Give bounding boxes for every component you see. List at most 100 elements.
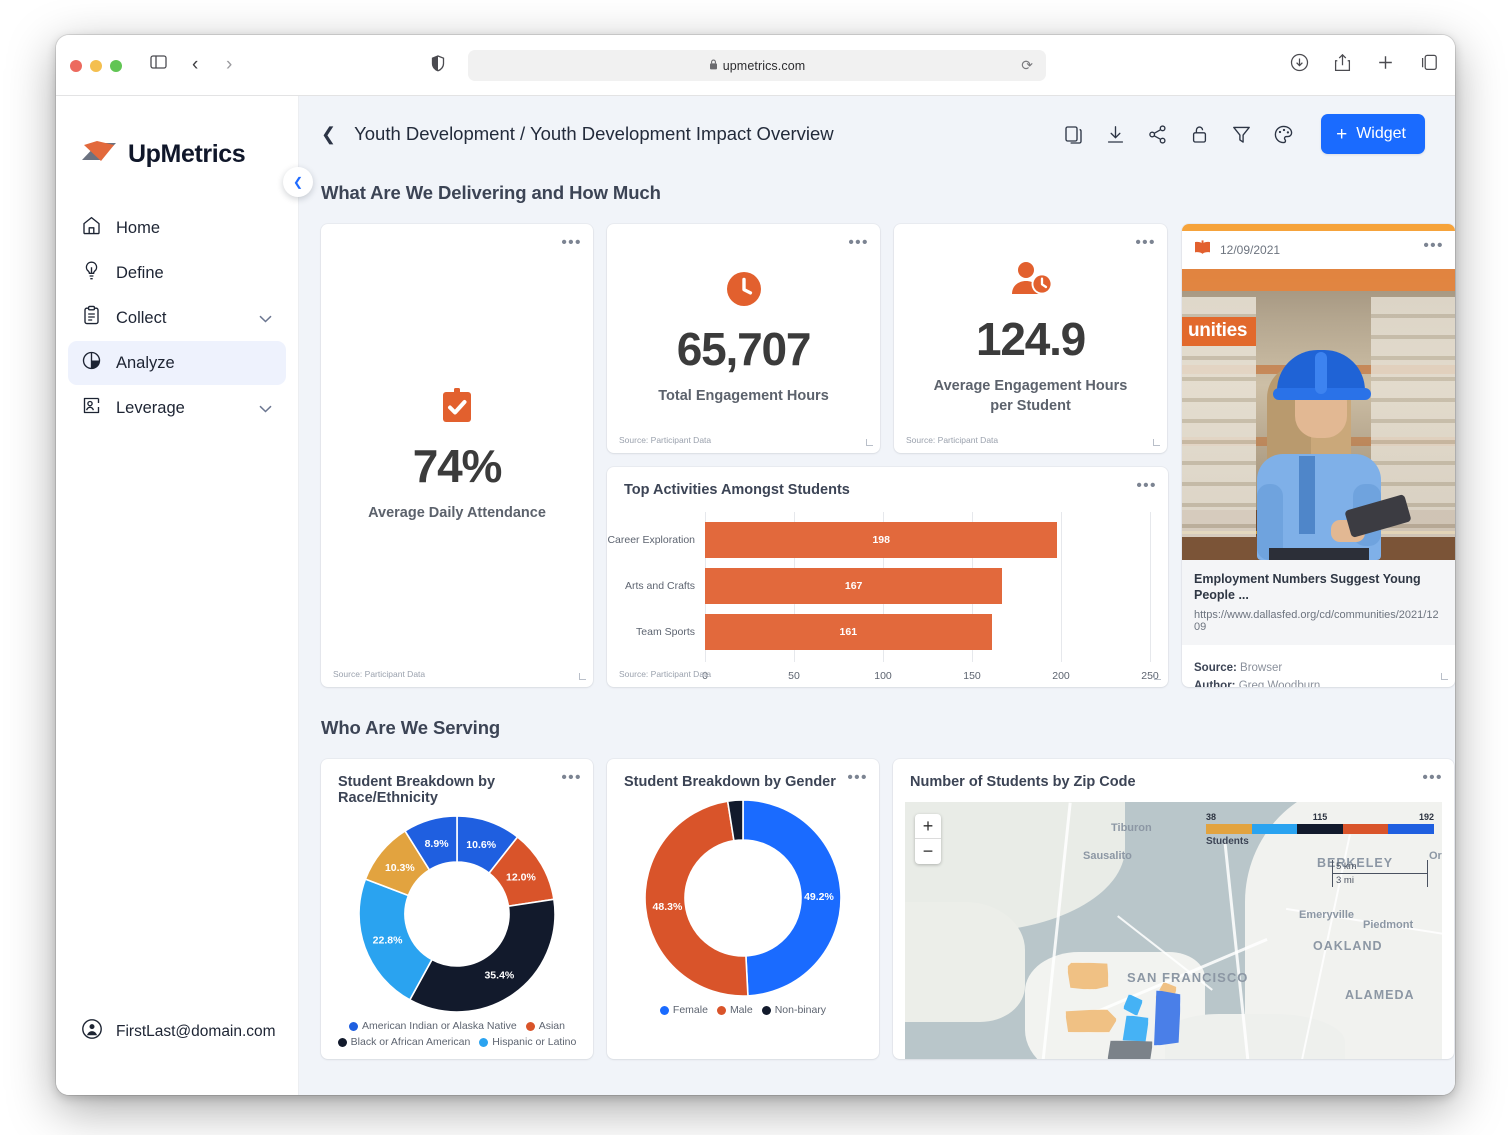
person-card-icon [81, 395, 102, 421]
legend-color-swatch [717, 1006, 726, 1015]
bar-row[interactable]: Career Exploration198 [607, 522, 1168, 558]
tabs-icon[interactable] [1420, 53, 1439, 77]
map-zoom-out-button[interactable]: − [915, 839, 941, 864]
widget-gender[interactable]: ••• Student Breakdown by Gender 49.2%48.… [607, 759, 879, 1059]
resize-handle[interactable] [1154, 673, 1161, 680]
widget-menu-button[interactable]: ••• [1136, 478, 1157, 493]
legend-color-swatch [479, 1038, 488, 1047]
section-title-delivering: What Are We Delivering and How Much [299, 172, 1455, 204]
widget-title: Number of Students by Zip Code [893, 759, 1454, 790]
reload-icon[interactable]: ⟳ [1021, 57, 1033, 74]
map-zoom-in-button[interactable]: + [915, 814, 941, 839]
bar-track: 167 [705, 568, 1150, 604]
widget-menu-button[interactable]: ••• [1422, 770, 1443, 785]
widget-menu-button[interactable]: ••• [1423, 238, 1444, 253]
back-button[interactable]: ❮ [321, 124, 336, 145]
resize-handle[interactable] [866, 439, 873, 446]
legend-item[interactable]: American Indian or Alaska Native [349, 1020, 517, 1032]
minimize-window-button[interactable] [90, 60, 102, 72]
zip-area[interactable] [1065, 1009, 1117, 1033]
duplicate-icon[interactable] [1063, 124, 1084, 145]
legend-label: American Indian or Alaska Native [362, 1020, 517, 1032]
legend-color-swatch [660, 1006, 669, 1015]
kpi-label: Total Engagement Hours [658, 387, 829, 407]
bar-row[interactable]: Team Sports161 [607, 614, 1168, 650]
map-scale-mi: 3 mi [1332, 874, 1428, 887]
legend-item[interactable]: Asian [526, 1020, 565, 1032]
forward-icon[interactable]: › [226, 54, 232, 76]
lock-icon[interactable] [1189, 124, 1210, 145]
legend-item[interactable]: Male [717, 1004, 753, 1016]
bar-row[interactable]: Arts and Crafts167 [607, 568, 1168, 604]
kpi-value: 74% [413, 443, 501, 489]
widget-students-by-zip[interactable]: ••• Number of Students by Zip Code [893, 759, 1454, 1059]
bar-track: 161 [705, 614, 1150, 650]
sidebar-item-leverage[interactable]: Leverage [68, 386, 286, 430]
widget-avg-engagement-hours-per-student[interactable]: ••• 124.9 Ave [894, 224, 1167, 453]
brand-logo[interactable]: UpMetrics [56, 96, 298, 170]
share-icon[interactable] [1147, 124, 1168, 145]
person-clock-icon [1009, 261, 1053, 302]
palette-icon[interactable] [1273, 124, 1294, 145]
user-account[interactable]: FirstLast@domain.com [56, 1018, 298, 1045]
x-axis-tick-label: 50 [788, 670, 800, 682]
legend-label: Black or African American [351, 1036, 471, 1048]
choropleth-map[interactable]: Tiburon Sausalito BERKELEY Orinda Emeryv… [905, 802, 1442, 1059]
sidebar-item-define[interactable]: Define [68, 251, 286, 295]
chevron-down-icon[interactable] [259, 309, 272, 328]
news-author-value: Greg Woodburn [1239, 680, 1321, 687]
sidebar-toggle-icon[interactable] [150, 54, 167, 75]
legend-color-swatch [338, 1038, 347, 1047]
sidebar-item-label: Define [116, 264, 164, 283]
widget-menu-button[interactable]: ••• [561, 770, 582, 785]
news-header: 12/09/2021 ••• [1182, 231, 1455, 269]
donut-slice[interactable] [410, 899, 555, 1012]
widget-race-ethnicity[interactable]: ••• Student Breakdown by Race/Ethnicity … [321, 759, 593, 1059]
sidebar-collapse-button[interactable]: ❮ [283, 167, 313, 197]
legend-item[interactable]: Hispanic or Latino [479, 1036, 576, 1048]
shield-icon[interactable] [431, 55, 445, 77]
news-date: 12/09/2021 [1220, 243, 1280, 257]
main-content: ❮ Youth Development / Youth Development … [299, 96, 1455, 1095]
bar[interactable]: 198 [705, 522, 1057, 558]
widget-top-activities[interactable]: ••• Top Activities Amongst Students 0501… [607, 467, 1168, 687]
back-icon[interactable]: ‹ [192, 54, 198, 76]
map-legend: 38 115 192 Students [1206, 812, 1434, 847]
widget-menu-button[interactable]: ••• [561, 235, 582, 250]
window-controls[interactable] [70, 60, 122, 72]
map-legend-tick: 115 [1313, 812, 1328, 822]
download-icon[interactable] [1105, 124, 1126, 145]
widget-menu-button[interactable]: ••• [848, 235, 869, 250]
maximize-window-button[interactable] [110, 60, 122, 72]
widget-average-daily-attendance[interactable]: ••• 74% Average Daily Attendance Source:… [321, 224, 593, 687]
new-tab-icon[interactable] [1376, 53, 1395, 77]
bar[interactable]: 161 [705, 614, 992, 650]
bar[interactable]: 167 [705, 568, 1002, 604]
widget-news-article[interactable]: 12/09/2021 ••• [1182, 224, 1455, 687]
donut-svg: 49.2%48.3% [645, 800, 841, 996]
sidebar-item-home[interactable]: Home [68, 206, 286, 250]
address-bar[interactable]: upmetrics.com ⟳ [468, 50, 1046, 81]
news-meta[interactable]: Employment Numbers Suggest Young People … [1182, 560, 1455, 645]
legend-item[interactable]: Black or African American [338, 1036, 471, 1048]
clipboard-icon [81, 305, 102, 331]
share-icon[interactable] [1334, 53, 1351, 77]
widget-menu-button[interactable]: ••• [847, 770, 868, 785]
chevron-down-icon[interactable] [259, 399, 272, 418]
close-window-button[interactable] [70, 60, 82, 72]
filter-icon[interactable] [1231, 124, 1252, 145]
legend-item[interactable]: Non-binary [762, 1004, 826, 1016]
add-widget-button[interactable]: + Widget [1321, 114, 1425, 154]
widget-total-engagement-hours[interactable]: ••• 65,707 Total Engagement Hours Source… [607, 224, 880, 453]
resize-handle[interactable] [579, 673, 586, 680]
resize-handle[interactable] [1441, 673, 1448, 680]
legend-color-swatch [762, 1006, 771, 1015]
downloads-icon[interactable] [1290, 53, 1309, 77]
zip-area[interactable] [1067, 962, 1109, 990]
widget-menu-button[interactable]: ••• [1135, 235, 1156, 250]
resize-handle[interactable] [1153, 439, 1160, 446]
legend-item[interactable]: Female [660, 1004, 708, 1016]
sidebar-item-collect[interactable]: Collect [68, 296, 286, 340]
sidebar-item-analyze[interactable]: Analyze [68, 341, 286, 385]
zip-area[interactable] [1107, 1040, 1153, 1059]
